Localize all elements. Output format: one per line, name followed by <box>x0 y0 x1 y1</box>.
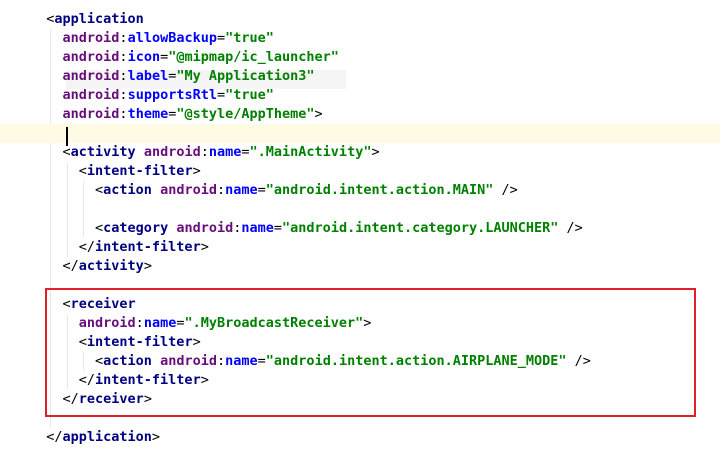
code-token: android <box>62 30 120 46</box>
code-token: android <box>143 144 201 160</box>
code-token: name <box>208 144 242 160</box>
highlight-box <box>45 288 696 417</box>
code-token: intent-filter <box>95 239 201 255</box>
code-token: : <box>119 30 128 46</box>
code-token: name <box>241 220 274 236</box>
code-token: "true" <box>225 30 274 46</box>
code-line: android:label="My Application3" <box>0 67 720 86</box>
code-token: intent-filter <box>86 163 193 179</box>
code-token: "true" <box>225 87 274 103</box>
code-token: android <box>62 87 120 103</box>
code-token: > <box>151 429 161 445</box>
code-line: android:allowBackup="true" <box>0 29 720 48</box>
code-token: < <box>95 220 104 236</box>
code-token: icon <box>127 49 161 65</box>
code-token: : <box>119 106 128 122</box>
code-token: theme <box>127 106 169 122</box>
code-line <box>0 124 720 143</box>
code-token: = <box>257 182 266 198</box>
code-token: supportsRtl <box>127 87 217 103</box>
code-token: > <box>143 258 152 274</box>
code-token: android <box>62 49 120 65</box>
code-token: : <box>119 68 128 84</box>
code-token: android <box>62 68 120 84</box>
code-token: android <box>62 106 120 122</box>
code-token: allowBackup <box>127 30 217 46</box>
code-token: </ <box>62 258 79 274</box>
code-line: <application <box>0 10 720 29</box>
code-token: category <box>103 220 169 236</box>
code-token: : <box>217 182 226 198</box>
code-token: < <box>62 144 71 160</box>
code-token: : <box>200 144 209 160</box>
code-token: : <box>119 49 128 65</box>
code-token: android <box>176 220 234 236</box>
code-line: </application> <box>0 428 720 447</box>
code-token: = <box>273 220 283 236</box>
code-token: = <box>216 87 226 103</box>
code-line: android:icon="@mipmap/ic_launcher" <box>0 48 720 67</box>
text-caret <box>66 127 68 146</box>
code-token: = <box>160 49 169 65</box>
code-token: </ <box>78 239 96 255</box>
code-token: ".MainActivity" <box>249 144 372 160</box>
code-token: action <box>103 182 152 198</box>
code-token: > <box>371 144 380 160</box>
code-token: /> <box>493 182 518 198</box>
code-token: = <box>241 144 250 160</box>
code-line: <activity android:name=".MainActivity"> <box>0 143 720 162</box>
code-line: android:theme="@style/AppTheme"> <box>0 105 720 124</box>
code-token: "@mipmap/ic_launcher" <box>168 49 339 65</box>
code-line: <category android:name="android.intent.c… <box>0 219 720 238</box>
code-token: > <box>200 239 209 255</box>
code-token: "android.intent.action.MAIN" <box>265 182 494 198</box>
code-line: <intent-filter> <box>0 162 720 181</box>
code-token: "android.intent.category.LAUNCHER" <box>282 220 559 236</box>
code-token: activity <box>70 144 136 160</box>
code-token: </ <box>46 429 63 445</box>
code-line: </intent-filter> <box>0 238 720 257</box>
code-token: : <box>119 87 128 103</box>
code-token: > <box>314 106 323 122</box>
code-token: < <box>95 182 104 198</box>
code-token: "My Application3" <box>176 68 315 84</box>
code-token: < <box>78 163 87 179</box>
code-editor[interactable]: <application android:allowBackup="true" an… <box>0 0 720 469</box>
code-token: name <box>225 182 258 198</box>
code-token: "@style/AppTheme" <box>176 106 315 122</box>
code-token: android <box>160 182 217 198</box>
code-line: <action android:name="android.intent.act… <box>0 181 720 200</box>
code-token: label <box>127 68 169 84</box>
code-token: > <box>192 163 201 179</box>
code-token: application <box>62 429 152 445</box>
code-token: application <box>54 11 144 27</box>
code-line: </activity> <box>0 257 720 276</box>
code-token: activity <box>78 258 144 274</box>
code-line: android:supportsRtl="true" <box>0 86 720 105</box>
code-token: /> <box>558 220 583 236</box>
code-token: = <box>216 30 226 46</box>
